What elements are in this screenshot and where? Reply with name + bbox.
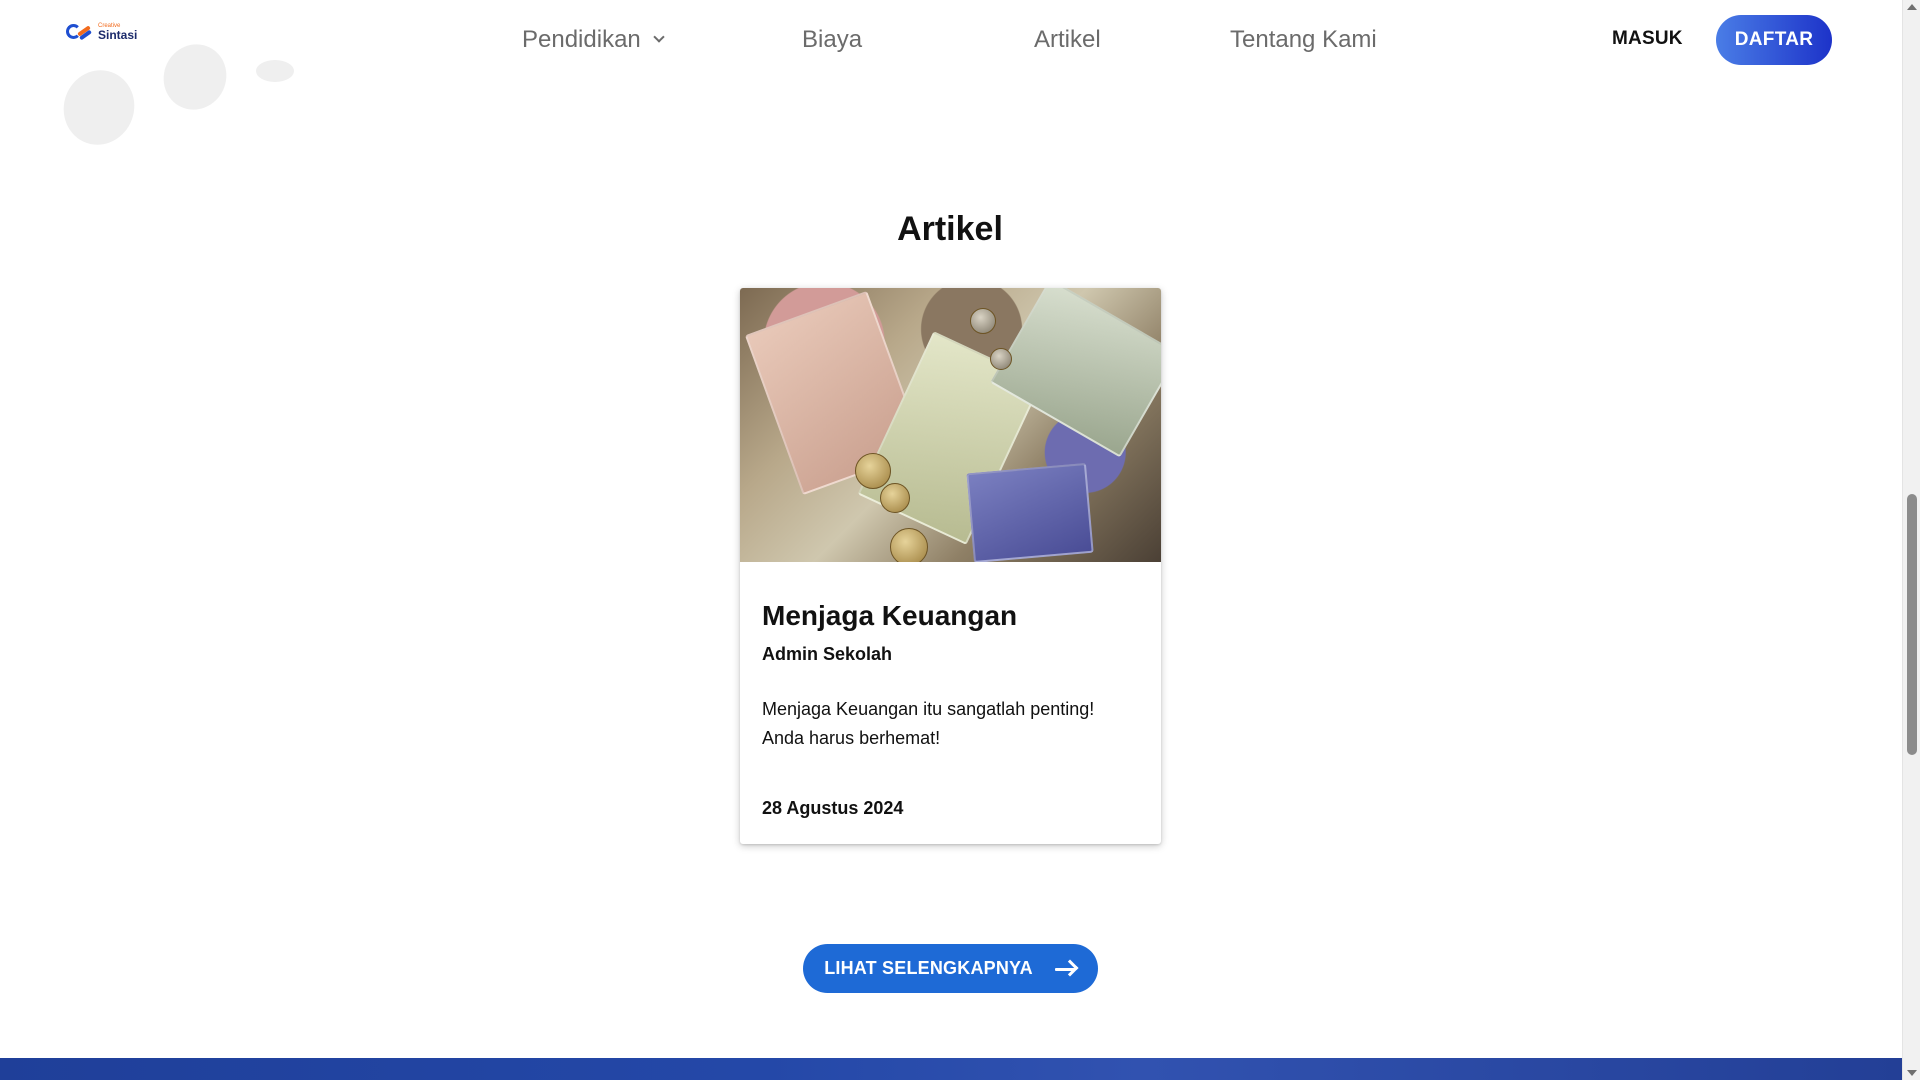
see-more-button[interactable]: LIHAT SELENGKAPNYA xyxy=(803,944,1098,993)
article-card-body: Menjaga Keuangan Admin Sekolah Menjaga K… xyxy=(740,600,1161,753)
scroll-up-icon[interactable] xyxy=(1907,4,1917,10)
scrollbar-thumb[interactable] xyxy=(1907,494,1917,755)
nav-link-biaya[interactable]: Biaya xyxy=(802,26,862,54)
coin-shape xyxy=(990,348,1012,370)
scroll-down-icon[interactable] xyxy=(1907,1070,1917,1076)
logo-text: Creative Sintasi xyxy=(98,23,137,41)
coin-shape xyxy=(855,453,891,489)
coin-shape xyxy=(970,308,996,334)
article-author: Admin Sekolah xyxy=(762,644,893,664)
section-title: Artikel xyxy=(897,210,1003,248)
footer-banner xyxy=(0,1058,1902,1080)
logo-mark-icon xyxy=(66,22,94,42)
site-logo[interactable]: Creative Sintasi xyxy=(66,22,137,42)
coin-shape xyxy=(890,528,928,562)
nav-link-pendidikan[interactable]: Pendidikan xyxy=(522,26,665,54)
chevron-down-icon xyxy=(653,31,665,43)
article-title[interactable]: Menjaga Keuangan xyxy=(762,600,1139,632)
article-image[interactable] xyxy=(740,288,1161,562)
article-date: 28 Agustus 2024 xyxy=(762,798,904,818)
logo-big-text: Sintasi xyxy=(98,28,138,42)
vertical-scrollbar[interactable] xyxy=(1902,0,1920,1080)
nav-link-artikel[interactable]: Artikel xyxy=(1034,26,1101,54)
see-more-label: LIHAT SELENGKAPNYA xyxy=(824,958,1033,978)
article-description: Menjaga Keuangan itu sangatlah penting! … xyxy=(762,699,1095,748)
nav-link-label: Pendidikan xyxy=(522,26,641,53)
navbar: Creative Sintasi Pendidikan Biaya Artike… xyxy=(0,0,1902,78)
coin-shape xyxy=(880,483,910,513)
daftar-button[interactable]: DAFTAR xyxy=(1716,15,1832,65)
banknote-shape xyxy=(966,462,1094,562)
nav-link-tentang-kami[interactable]: Tentang Kami xyxy=(1230,26,1377,54)
article-card[interactable]: Menjaga Keuangan Admin Sekolah Menjaga K… xyxy=(740,288,1161,844)
arrow-right-icon xyxy=(1054,959,1079,978)
masuk-button[interactable]: MASUK xyxy=(1612,28,1683,50)
